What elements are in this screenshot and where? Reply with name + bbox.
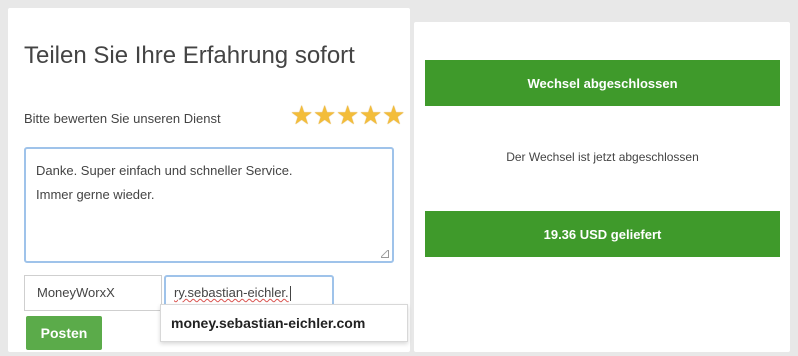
resize-grip-icon[interactable] bbox=[381, 250, 389, 258]
exchange-complete-banner: Wechsel abgeschlossen bbox=[425, 60, 780, 106]
star-icon[interactable]: ★ bbox=[290, 103, 313, 129]
post-button[interactable]: Posten bbox=[26, 316, 102, 350]
star-icon[interactable]: ★ bbox=[359, 103, 382, 129]
name-input[interactable]: MoneyWorxX bbox=[24, 275, 162, 311]
exchange-status-panel: Wechsel abgeschlossen Der Wechsel ist je… bbox=[414, 22, 790, 352]
star-rating[interactable]: ★ ★ ★ ★ ★ bbox=[290, 103, 405, 129]
star-icon[interactable]: ★ bbox=[382, 103, 405, 129]
exchange-status-message: Der Wechsel ist jetzt abgeschlossen bbox=[506, 150, 699, 164]
review-title: Teilen Sie Ihre Erfahrung sofort bbox=[24, 42, 355, 69]
rating-row: Bitte bewerten Sie unseren Dienst ★ ★ ★ … bbox=[24, 103, 405, 131]
delivered-amount-banner: 19.36 USD geliefert bbox=[425, 211, 780, 257]
text-caret bbox=[289, 286, 291, 302]
autocomplete-suggestion[interactable]: money.sebastian-eichler.com bbox=[160, 304, 408, 342]
comment-line: Danke. Super einfach und schneller Servi… bbox=[36, 163, 293, 178]
website-input-value: ry.sebastian-eichler. bbox=[174, 285, 289, 300]
rating-label: Bitte bewerten Sie unseren Dienst bbox=[24, 111, 221, 126]
review-panel: Teilen Sie Ihre Erfahrung sofort Bitte b… bbox=[8, 8, 410, 352]
star-icon[interactable]: ★ bbox=[336, 103, 359, 129]
name-input-value: MoneyWorxX bbox=[37, 285, 115, 300]
comment-line: Immer gerne wieder. bbox=[36, 187, 155, 202]
comment-textarea[interactable]: Danke. Super einfach und schneller Servi… bbox=[24, 147, 394, 263]
star-icon[interactable]: ★ bbox=[313, 103, 336, 129]
